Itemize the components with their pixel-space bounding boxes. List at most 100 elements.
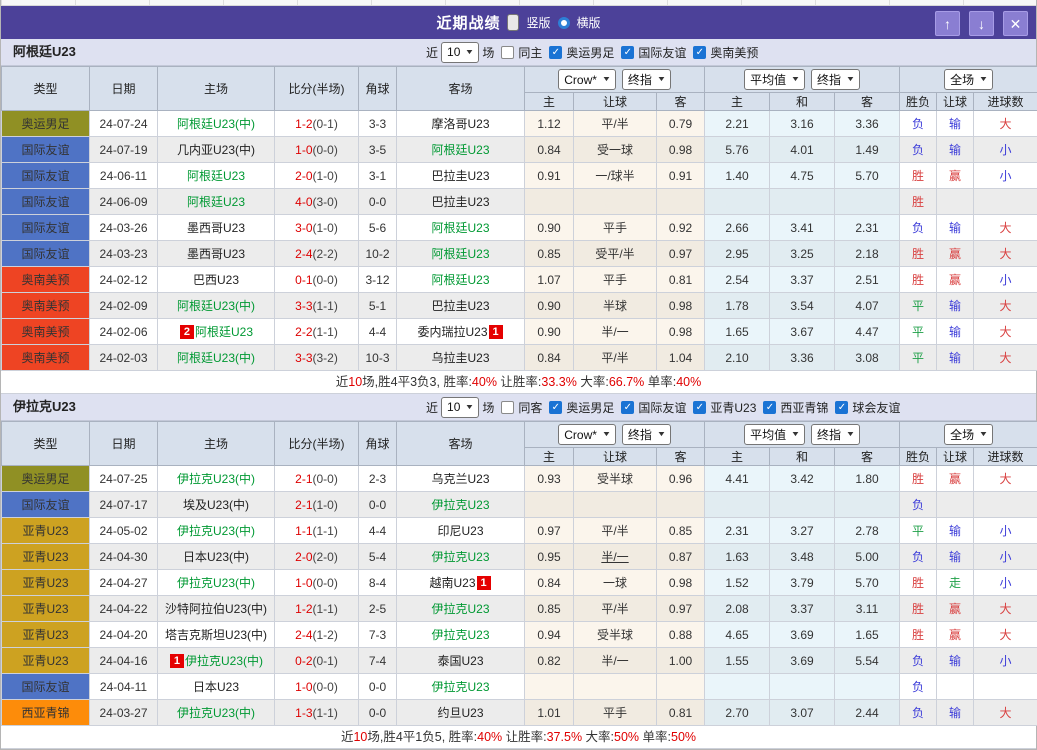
home-team-link[interactable]: 伊拉克U23(中) bbox=[185, 654, 263, 668]
away-team-link[interactable]: 摩洛哥U23 bbox=[431, 117, 489, 131]
home-team-link[interactable]: 墨西哥U23 bbox=[187, 221, 245, 235]
summary-segment: 让胜率: bbox=[502, 730, 546, 744]
corner-score: 3-5 bbox=[359, 137, 397, 163]
euro-home-odds: 4.65 bbox=[705, 622, 770, 648]
away-team-link[interactable]: 伊拉克U23 bbox=[431, 680, 489, 694]
away-team-link[interactable]: 乌克兰U23 bbox=[431, 472, 489, 486]
home-team-link[interactable]: 伊拉克U23(中) bbox=[177, 576, 255, 590]
league-checkbox[interactable]: ✓ bbox=[763, 401, 776, 414]
summary-segment: 10 bbox=[348, 375, 362, 389]
result-goals bbox=[974, 189, 1037, 215]
asian-home-odds: 0.93 bbox=[525, 466, 574, 492]
scroll-up-button[interactable]: ↑ bbox=[935, 11, 960, 36]
euro-draw-odds: 3.41 bbox=[770, 215, 835, 241]
asian-home-odds: 0.84 bbox=[525, 570, 574, 596]
away-team-link[interactable]: 委内瑞拉U23 bbox=[417, 325, 487, 339]
result-handicap: 赢 bbox=[937, 267, 974, 293]
match-type-badge: 奥南美预 bbox=[2, 293, 90, 319]
scope-select[interactable]: 全场▼ bbox=[944, 424, 993, 445]
asian-stage-select[interactable]: 终指▼ bbox=[622, 424, 671, 445]
match-score: 1-0(0-0) bbox=[275, 674, 359, 700]
away-team-link[interactable]: 越南U23 bbox=[429, 576, 475, 590]
scroll-down-button[interactable]: ↓ bbox=[969, 11, 994, 36]
result-handicap: 输 bbox=[937, 544, 974, 570]
away-team-link[interactable]: 巴拉圭U23 bbox=[431, 169, 489, 183]
away-team-cell: 巴拉圭U23 bbox=[397, 293, 525, 319]
fulltime-score: 1-0 bbox=[295, 576, 312, 590]
scope-select[interactable]: 全场▼ bbox=[944, 69, 993, 90]
home-team-link[interactable]: 伊拉克U23(中) bbox=[177, 472, 255, 486]
away-team-link[interactable]: 伊拉克U23 bbox=[431, 498, 489, 512]
header-row-groups: 类型日期主场比分(半场)角球客场Crow*▼终指▼平均值▼终指▼全场▼ bbox=[2, 67, 1037, 93]
euro-mode-select[interactable]: 平均值▼ bbox=[744, 69, 805, 90]
layout-horizontal-radio[interactable] bbox=[558, 17, 570, 29]
match-type-badge: 国际友谊 bbox=[2, 137, 90, 163]
same-venue-checkbox[interactable] bbox=[501, 401, 514, 414]
away-team-link[interactable]: 伊拉克U23 bbox=[431, 550, 489, 564]
euro-stage-select[interactable]: 终指▼ bbox=[811, 424, 860, 445]
home-team-link[interactable]: 日本U23(中) bbox=[183, 550, 249, 564]
result-winloss: 负 bbox=[900, 674, 937, 700]
layout-vertical-radio[interactable] bbox=[507, 14, 519, 31]
home-team-link[interactable]: 阿根廷U23(中) bbox=[177, 117, 255, 131]
same-venue-checkbox[interactable] bbox=[501, 46, 514, 59]
chevron-down-icon: ▼ bbox=[979, 431, 989, 438]
titlebar-buttons: ↑ ↓ ✕ bbox=[935, 11, 1028, 36]
away-team-link[interactable]: 印尼U23 bbox=[437, 524, 483, 538]
away-team-link[interactable]: 巴拉圭U23 bbox=[431, 195, 489, 209]
euro-stage-select[interactable]: 终指▼ bbox=[811, 69, 860, 90]
summary-segment: 让胜率: bbox=[497, 375, 541, 389]
asian-stage-select-value: 终指 bbox=[628, 426, 652, 443]
home-team-link[interactable]: 伊拉克U23(中) bbox=[177, 524, 255, 538]
home-team-link[interactable]: 阿根廷U23 bbox=[187, 195, 245, 209]
home-team-link[interactable]: 日本U23 bbox=[193, 680, 239, 694]
home-team-link[interactable]: 阿根廷U23 bbox=[187, 169, 245, 183]
column-header: 角球 bbox=[359, 422, 397, 466]
asian-stage-select[interactable]: 终指▼ bbox=[622, 69, 671, 90]
league-checkbox[interactable]: ✓ bbox=[621, 46, 634, 59]
league-checkbox[interactable]: ✓ bbox=[693, 401, 706, 414]
home-team-link[interactable]: 沙特阿拉伯U23(中) bbox=[165, 602, 267, 616]
away-team-link[interactable]: 巴拉圭U23 bbox=[431, 299, 489, 313]
team-section: 伊拉克U23近10▼场同客✓奥运男足✓国际友谊✓亚青U23✓西亚青锦✓球会友谊类… bbox=[1, 394, 1036, 749]
away-team-link[interactable]: 阿根廷U23 bbox=[431, 221, 489, 235]
asian-provider-select[interactable]: Crow*▼ bbox=[558, 69, 616, 90]
league-checkbox[interactable]: ✓ bbox=[693, 46, 706, 59]
league-checkbox[interactable]: ✓ bbox=[549, 46, 562, 59]
away-team-link[interactable]: 伊拉克U23 bbox=[431, 602, 489, 616]
sections-container: 阿根廷U23近10▼场同主✓奥运男足✓国际友谊✓奥南美预类型日期主场比分(半场)… bbox=[1, 39, 1036, 749]
away-team-link[interactable]: 阿根廷U23 bbox=[431, 247, 489, 261]
away-team-link[interactable]: 乌拉圭U23 bbox=[431, 351, 489, 365]
league-checkbox[interactable]: ✓ bbox=[835, 401, 848, 414]
league-checkbox[interactable]: ✓ bbox=[621, 401, 634, 414]
home-team-link[interactable]: 阿根廷U23(中) bbox=[177, 351, 255, 365]
match-score: 3-3(1-1) bbox=[275, 293, 359, 319]
home-team-link[interactable]: 埃及U23(中) bbox=[183, 498, 249, 512]
match-type-badge: 亚青U23 bbox=[2, 544, 90, 570]
games-count-select[interactable]: 10▼ bbox=[441, 397, 479, 418]
corner-score: 2-5 bbox=[359, 596, 397, 622]
away-team-link[interactable]: 阿根廷U23 bbox=[431, 143, 489, 157]
result-winloss: 平 bbox=[900, 319, 937, 345]
close-button[interactable]: ✕ bbox=[1003, 11, 1028, 36]
home-team-link[interactable]: 几内亚U23(中) bbox=[177, 143, 255, 157]
home-team-link[interactable]: 巴西U23 bbox=[193, 273, 239, 287]
away-team-link[interactable]: 伊拉克U23 bbox=[431, 628, 489, 642]
halftime-score: (1-1) bbox=[313, 524, 338, 538]
away-team-link[interactable]: 阿根廷U23 bbox=[431, 273, 489, 287]
home-team-link[interactable]: 伊拉克U23(中) bbox=[177, 706, 255, 720]
home-team-link[interactable]: 阿根廷U23 bbox=[195, 325, 253, 339]
games-count-select[interactable]: 10▼ bbox=[441, 42, 479, 63]
corner-score: 7-4 bbox=[359, 648, 397, 674]
away-team-link[interactable]: 约旦U23 bbox=[437, 706, 483, 720]
halftime-score: (0-1) bbox=[313, 654, 338, 668]
league-checkbox[interactable]: ✓ bbox=[549, 401, 562, 414]
euro-mode-select[interactable]: 平均值▼ bbox=[744, 424, 805, 445]
summary-segment: 40% bbox=[477, 730, 502, 744]
home-team-link[interactable]: 塔吉克斯坦U23(中) bbox=[165, 628, 267, 642]
home-team-link[interactable]: 墨西哥U23 bbox=[187, 247, 245, 261]
corner-score: 4-4 bbox=[359, 319, 397, 345]
home-team-link[interactable]: 阿根廷U23(中) bbox=[177, 299, 255, 313]
away-team-link[interactable]: 泰国U23 bbox=[437, 654, 483, 668]
asian-provider-select[interactable]: Crow*▼ bbox=[558, 424, 616, 445]
